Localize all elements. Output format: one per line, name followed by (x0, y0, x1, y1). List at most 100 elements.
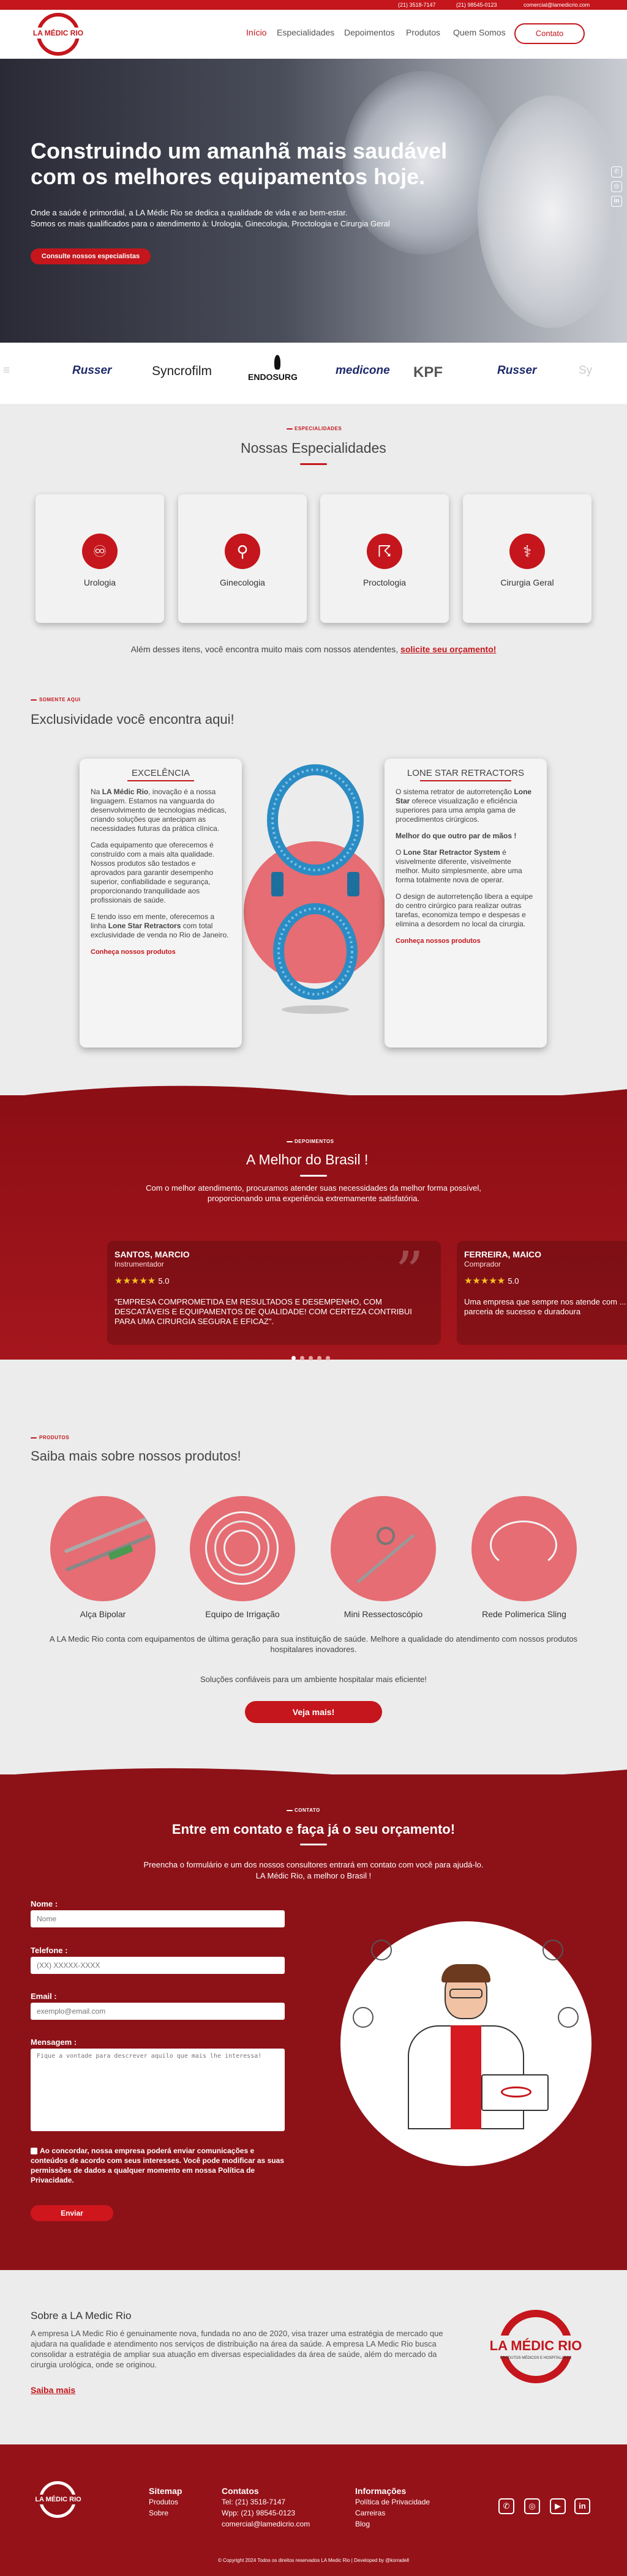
product-image-rede-polimerica-sling[interactable] (471, 1496, 577, 1601)
logo[interactable]: LA MÉDIC RIO (31, 13, 86, 57)
whatsapp-text[interactable]: (21) 98545-0123 (456, 2, 497, 8)
brand-logo: Russer (72, 364, 112, 377)
instagram-icon[interactable]: ◎ (524, 2498, 540, 2514)
footer-logo[interactable]: LA MÉDIC RIO (31, 2481, 86, 2522)
phone-input[interactable] (31, 1957, 285, 1974)
consult-button[interactable]: Consulte nossos especialistas (31, 248, 151, 264)
title-underline (300, 1175, 327, 1177)
message-label: Mensagem : (31, 2038, 77, 2047)
nav-quem-somos[interactable]: Quem Somos (453, 28, 506, 37)
specialty-card-urologia[interactable]: ♾ Urologia (36, 494, 164, 623)
linkedin-icon[interactable]: in (574, 2498, 590, 2514)
phone-label: Telefone : (31, 1946, 68, 1955)
lone-star-p3: O design de autorretenção libera a equip… (396, 892, 533, 928)
testimonial-role: Instrumentador (115, 1260, 164, 1268)
product-image-equipo-irrigacao[interactable] (190, 1496, 295, 1601)
hero-text-1: Onde a saúde é primordial, a LA Médic Ri… (31, 208, 348, 217)
exclusive-title: Exclusividade você encontra aqui! (31, 712, 235, 727)
kicker-dash (287, 1141, 293, 1142)
nav-especialidades[interactable]: Especialidades (277, 28, 334, 37)
products-title: Saiba mais sobre nossos produtos! (31, 1448, 241, 1464)
carousel-dot[interactable] (326, 1356, 330, 1360)
excellence-heading: EXCELÊNCIA (131, 768, 190, 778)
hero-title: Construindo um amanhã mais saudável com … (31, 138, 448, 189)
specialty-card-ginecologia[interactable]: ⚲ Ginecologia (178, 494, 307, 623)
specialty-card-proctologia[interactable]: ☈ Proctologia (320, 494, 449, 623)
microscope-image (478, 95, 625, 328)
contact-kicker: CONTATO (295, 1807, 320, 1813)
product-label: Alça Bipolar (80, 1609, 126, 1619)
instagram-icon[interactable]: ◎ (611, 181, 622, 192)
whatsapp-icon[interactable]: ✆ (611, 166, 622, 177)
email-label: Email : (31, 1992, 57, 2001)
footer-whatsapp[interactable]: Wpp: (21) 98545-0123 (222, 2509, 295, 2517)
specialty-card-cirurgia-geral[interactable]: ⚕ Cirurgia Geral (463, 494, 591, 623)
intestine-icon: ☈ (367, 534, 402, 569)
products-text-1: A LA Medic Rio conta com equipamentos de… (49, 1634, 578, 1654)
youtube-icon[interactable]: ▶ (550, 2498, 566, 2514)
footer-link-produtos[interactable]: Produtos (149, 2498, 178, 2506)
product-label: Rede Polimerica Sling (482, 1609, 566, 1619)
email-text[interactable]: comercial@lamedicrio.com (524, 2, 590, 8)
nav-inicio[interactable]: Início (246, 28, 266, 37)
about-logo-text: LA MÉDIC RIO (484, 2336, 588, 2356)
specialty-label: Urologia (83, 578, 116, 587)
lone-star-retractor-image (267, 764, 364, 1014)
testimonial-card: ” SANTOS, MARCIO Instrumentador ★★★★★ 5.… (107, 1241, 441, 1345)
footer-link-blog[interactable]: Blog (355, 2520, 370, 2528)
lone-star-p2: O Lone Star Retractor System é visivelme… (396, 848, 522, 884)
testimonials-kicker: DEPOIMENTOS (295, 1139, 334, 1144)
rating-value: 5.0 (158, 1276, 170, 1286)
contact-title: Entre em contato e faça já o seu orçamen… (171, 1822, 456, 1837)
rating-stars: ★★★★★ 5.0 (115, 1276, 170, 1286)
contact-button[interactable]: Contato (514, 23, 585, 44)
excellence-p3: E tendo isso em mente, oferecemos a linh… (91, 912, 229, 939)
submit-button[interactable]: Enviar (31, 2205, 113, 2221)
footer-link-privacy[interactable]: Política de Privacidade (355, 2498, 430, 2506)
products-link[interactable]: Conheça nossos produtos (91, 948, 176, 956)
footer-logo-text: LA MÉDIC RIO (31, 2495, 86, 2504)
about-more-link[interactable]: Saiba mais (31, 2385, 75, 2395)
wave-divider (0, 1085, 627, 1114)
brands-strip: ≡ Russer Syncrofilm ENDOSURG medicone KP… (0, 343, 627, 404)
carousel-dot[interactable] (309, 1356, 313, 1360)
testimonial-text: "EMPRESA COMPROMETIDA EM RESULTADOS E DE… (115, 1297, 412, 1326)
specialty-label: Cirurgia Geral (500, 578, 554, 587)
product-image-mini-ressectoscopio[interactable] (331, 1496, 436, 1601)
logo-text: LA MÉDIC RIO (31, 28, 86, 39)
whatsapp-icon[interactable]: ✆ (498, 2498, 514, 2514)
footer-email[interactable]: comercial@lamedicrio.com (222, 2520, 310, 2528)
testimonial-name: FERREIRA, MAICO (464, 1249, 541, 1259)
carousel-dot[interactable] (291, 1356, 296, 1360)
brand-logo: Syncrofilm (152, 364, 212, 378)
footer-sitemap-title: Sitemap (149, 2486, 182, 2496)
linkedin-icon[interactable]: in (611, 196, 622, 207)
see-more-button[interactable]: Veja mais! (245, 1701, 382, 1723)
email-input[interactable] (31, 2003, 285, 2020)
quote-icon: ” (394, 1240, 424, 1305)
about-text: A empresa LA Medic Rio é genuinamente no… (31, 2329, 443, 2369)
testimonials-title: A Melhor do Brasil ! (246, 1152, 369, 1167)
products-kicker: PRODUTOS (39, 1435, 70, 1440)
carousel-dot[interactable] (317, 1356, 321, 1360)
about-logo: LA MÉDIC RIO PRODUTOS MÉDICOS E HOSPITAL… (484, 2310, 588, 2395)
brand-partial-right: Sy (579, 364, 593, 377)
message-textarea[interactable] (31, 2049, 285, 2131)
lone-star-p1: O sistema retrator de autorretenção Lone… (396, 787, 532, 824)
footer-link-careers[interactable]: Carreiras (355, 2509, 385, 2517)
carousel-dot[interactable] (300, 1356, 304, 1360)
quote-link[interactable]: solicite seu orçamento! (400, 644, 496, 654)
product-label: Equipo de Irrigação (205, 1609, 280, 1619)
testimonial-text: Uma empresa que sempre nos atende com ..… (464, 1297, 627, 1316)
product-image-alca-bipolar[interactable] (50, 1496, 156, 1601)
footer-link-sobre[interactable]: Sobre (149, 2509, 168, 2517)
phone-text[interactable]: (21) 3518-7147 (398, 2, 436, 8)
name-input[interactable] (31, 1910, 285, 1927)
footer-phone[interactable]: Tel: (21) 3518-7147 (222, 2498, 285, 2506)
uterus-icon: ⚲ (225, 534, 260, 569)
products-link[interactable]: Conheça nossos produtos (396, 937, 481, 945)
site-header: LA MÉDIC RIO Início Especialidades Depoi… (0, 10, 627, 59)
nav-produtos[interactable]: Produtos (406, 28, 440, 37)
nav-depoimentos[interactable]: Depoimentos (344, 28, 395, 37)
specialties-title: Nossas Especialidades (241, 440, 386, 456)
